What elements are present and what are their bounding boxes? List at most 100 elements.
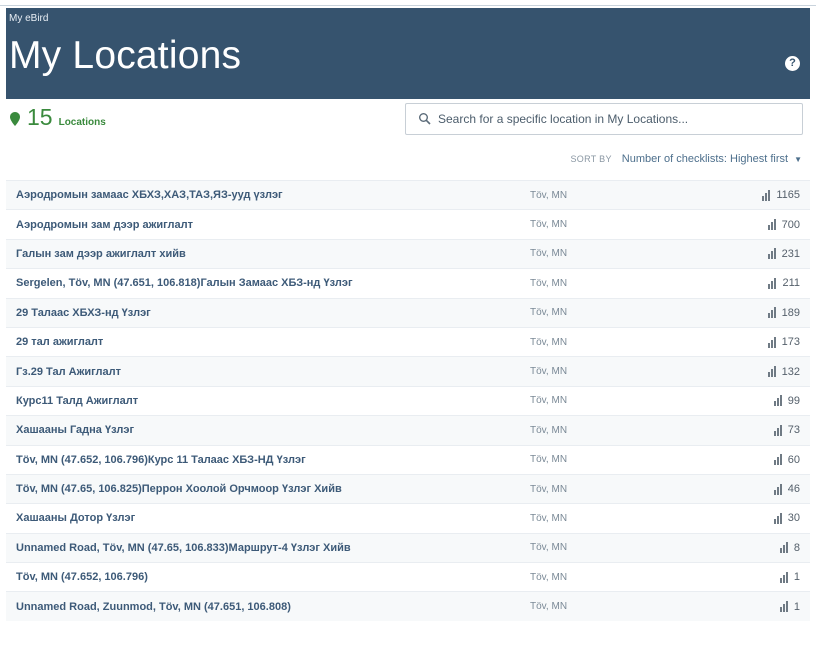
location-region: Töv, MN bbox=[530, 277, 568, 289]
location-name[interactable]: Unnamed Road, Töv, MN (47.65, 106.833)Ма… bbox=[6, 542, 530, 554]
location-region: Töv, MN bbox=[530, 601, 568, 613]
location-name[interactable]: 29 Талаас ХБХЗ-нд Үзлэг bbox=[6, 307, 530, 319]
checklist-count-value: 99 bbox=[787, 394, 800, 407]
checklist-icon bbox=[767, 219, 777, 231]
checklist-count: 231 bbox=[730, 248, 810, 260]
checklist-icon bbox=[773, 454, 783, 466]
locations-count-label: Locations bbox=[58, 117, 106, 128]
checklist-icon bbox=[773, 395, 783, 407]
list-item[interactable]: 29 Талаас ХБХЗ-нд Үзлэг Töv, MN 189 bbox=[6, 297, 810, 327]
location-region: Töv, MN bbox=[530, 219, 568, 231]
checklist-count: 1 bbox=[730, 571, 810, 583]
location-name[interactable]: 29 тал ажиглалт bbox=[6, 336, 530, 348]
checklist-count-value: 46 bbox=[787, 483, 800, 496]
list-item[interactable]: Хашааны Дотор Үзлэг Töv, MN 30 bbox=[6, 503, 810, 532]
breadcrumb-my-ebird[interactable]: My eBird bbox=[9, 13, 48, 24]
location-name[interactable]: Гз.29 Тал Ажиглалт bbox=[6, 366, 530, 378]
checklist-icon bbox=[768, 277, 777, 289]
location-region: Töv, MN bbox=[530, 424, 568, 436]
sort-label: SORT BY bbox=[570, 154, 612, 164]
location-region: Töv, MN bbox=[530, 395, 568, 407]
sort-control: SORT BY Number of checklists: Highest fi… bbox=[571, 153, 803, 165]
location-name[interactable]: Töv, MN (47.652, 106.796) bbox=[6, 571, 530, 583]
checklist-icon bbox=[779, 601, 789, 613]
chevron-down-icon[interactable]: ▼ bbox=[794, 155, 802, 164]
location-name[interactable]: Хашааны Дотор Үзлэг bbox=[6, 512, 530, 524]
location-name[interactable]: Töv, MN (47.652, 106.796)Курс 11 Талаас … bbox=[6, 454, 530, 466]
checklist-count: 173 bbox=[730, 336, 810, 348]
sort-select[interactable]: Number of checklists: Highest first bbox=[622, 153, 788, 165]
checklist-icon bbox=[767, 307, 777, 319]
checklist-count-value: 73 bbox=[787, 424, 800, 437]
checklist-count: 99 bbox=[730, 395, 810, 407]
list-item[interactable]: Töv, MN (47.65, 106.825)Перрон Хоолой Ор… bbox=[6, 473, 810, 504]
location-region: Töv, MN bbox=[530, 542, 568, 554]
checklist-icon bbox=[767, 336, 777, 348]
checklist-count-value: 1165 bbox=[776, 189, 800, 202]
checklist-count: 700 bbox=[730, 219, 810, 231]
checklist-count: 30 bbox=[730, 512, 810, 524]
location-region: Töv, MN bbox=[530, 483, 568, 495]
checklist-icon bbox=[767, 366, 777, 378]
location-region: Töv, MN bbox=[530, 336, 568, 348]
list-item[interactable]: Хашааны Гадна Үзлэг Töv, MN 73 bbox=[6, 415, 810, 445]
checklist-count-value: 8 bbox=[793, 541, 800, 554]
checklist-icon bbox=[779, 571, 789, 583]
checklist-icon bbox=[767, 248, 777, 260]
location-region: Töv, MN bbox=[530, 307, 568, 319]
location-name[interactable]: Аэродромын зам дээр ажиглалт bbox=[6, 219, 530, 231]
list-item[interactable]: Аэродромын зам дээр ажиглалт Töv, MN 700 bbox=[6, 209, 810, 238]
location-region: Töv, MN bbox=[530, 454, 568, 466]
help-icon[interactable]: ? bbox=[785, 56, 800, 71]
checklist-icon bbox=[773, 483, 783, 495]
list-item[interactable]: Töv, MN (47.652, 106.796)Курс 11 Талаас … bbox=[6, 444, 810, 474]
list-item[interactable]: Гз.29 Тал Ажиглалт Töv, MN 132 bbox=[6, 356, 810, 386]
checklist-count-value: 60 bbox=[787, 453, 800, 466]
checklist-count-value: 30 bbox=[787, 512, 800, 525]
location-name[interactable]: Töv, MN (47.65, 106.825)Перрон Хоолой Ор… bbox=[6, 483, 530, 495]
list-item[interactable]: Курс11 Талд Ажиглалт Töv, MN 99 bbox=[6, 385, 810, 415]
location-name[interactable]: Sergelen, Töv, MN (47.651, 106.818)Галын… bbox=[6, 277, 530, 289]
location-name[interactable]: Галын зам дээр ажиглалт хийв bbox=[6, 248, 530, 260]
list-item[interactable]: Sergelen, Töv, MN (47.651, 106.818)Галын… bbox=[6, 268, 810, 297]
search-icon bbox=[419, 113, 431, 125]
checklist-count-value: 1 bbox=[793, 600, 800, 613]
checklist-count-value: 700 bbox=[781, 218, 800, 231]
location-name[interactable]: Unnamed Road, Zuunmod, Töv, MN (47.651, … bbox=[6, 601, 530, 613]
checklist-count-value: 231 bbox=[781, 247, 800, 260]
list-item[interactable]: Unnamed Road, Zuunmod, Töv, MN (47.651, … bbox=[6, 591, 810, 621]
location-region: Töv, MN bbox=[530, 189, 568, 201]
checklist-count: 211 bbox=[730, 277, 810, 289]
checklist-count: 189 bbox=[730, 307, 810, 319]
location-search[interactable] bbox=[405, 103, 803, 135]
checklist-count: 46 bbox=[730, 483, 810, 495]
checklist-count: 60 bbox=[730, 454, 810, 466]
page-header: My eBird My Locations ? bbox=[6, 8, 810, 99]
list-item[interactable]: Аэродромын замаас ХБХЗ,ХАЗ,ТАЗ,ЯЗ-ууд үз… bbox=[6, 180, 810, 210]
location-region: Töv, MN bbox=[530, 366, 568, 378]
checklist-count-value: 1 bbox=[793, 571, 800, 584]
location-name[interactable]: Курс11 Талд Ажиглалт bbox=[6, 395, 530, 407]
checklist-icon bbox=[762, 189, 771, 201]
list-item[interactable]: Töv, MN (47.652, 106.796) Töv, MN 1 bbox=[6, 562, 810, 591]
checklist-count: 8 bbox=[730, 542, 810, 554]
checklist-count-value: 132 bbox=[781, 365, 800, 378]
top-divider bbox=[0, 5, 816, 6]
checklist-count-value: 173 bbox=[781, 336, 800, 349]
location-name[interactable]: Хашааны Гадна Үзлэг bbox=[6, 424, 530, 436]
location-region: Töv, MN bbox=[530, 571, 568, 583]
list-item[interactable]: Галын зам дээр ажиглалт хийв Töv, MN 231 bbox=[6, 238, 810, 269]
page-title: My Locations bbox=[9, 34, 242, 77]
location-region: Töv, MN bbox=[530, 248, 568, 260]
checklist-count: 1165 bbox=[730, 189, 810, 201]
location-name[interactable]: Аэродромын замаас ХБХЗ,ХАЗ,ТАЗ,ЯЗ-ууд үз… bbox=[6, 189, 530, 201]
list-item[interactable]: Unnamed Road, Töv, MN (47.65, 106.833)Ма… bbox=[6, 532, 810, 563]
checklist-count: 1 bbox=[730, 601, 810, 613]
top-strip bbox=[0, 0, 816, 6]
checklist-icon bbox=[773, 512, 783, 524]
locations-count-number: 15 bbox=[27, 104, 53, 130]
list-item[interactable]: 29 тал ажиглалт Töv, MN 173 bbox=[6, 326, 810, 356]
search-input[interactable] bbox=[438, 112, 802, 126]
location-region: Töv, MN bbox=[530, 512, 568, 524]
checklist-icon bbox=[779, 542, 789, 554]
